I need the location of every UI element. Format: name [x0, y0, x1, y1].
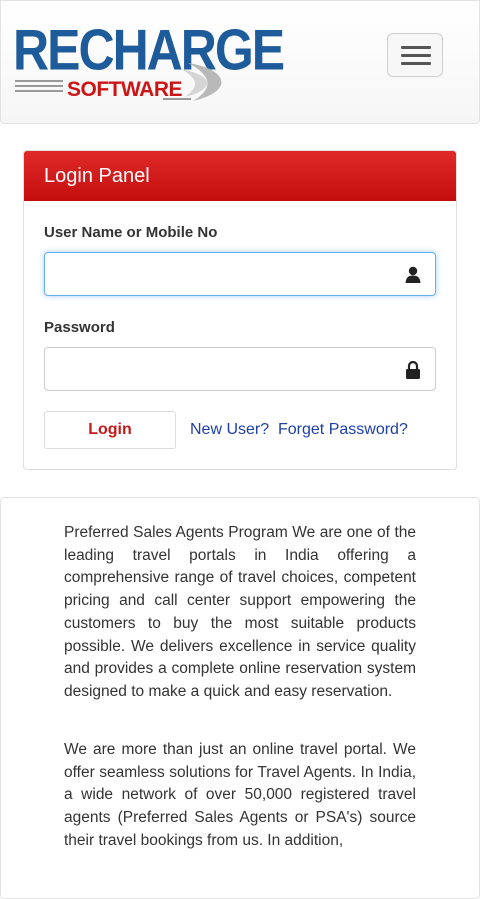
about-paragraph-1: Preferred Sales Agents Program We are on…: [64, 524, 416, 700]
password-input[interactable]: [55, 348, 399, 390]
username-field[interactable]: [44, 252, 436, 296]
login-panel-title: Login Panel: [24, 151, 456, 201]
new-user-link[interactable]: New User?: [190, 421, 269, 439]
login-panel: Login Panel User Name or Mobile No Passw…: [23, 150, 457, 470]
about-paragraph-2: We are more than just an online travel p…: [64, 741, 416, 849]
about-section: Preferred Sales Agents Program We are on…: [0, 497, 480, 899]
lock-icon: [406, 361, 420, 379]
username-label: User Name or Mobile No: [44, 224, 218, 241]
login-button[interactable]: Login: [44, 411, 176, 449]
recharge-software-logo[interactable]: RECHARGE SOFTWARE: [13, 21, 285, 107]
hamburger-menu-button[interactable]: [387, 33, 443, 77]
forget-password-link[interactable]: Forget Password?: [278, 421, 408, 439]
password-field[interactable]: [44, 347, 436, 391]
username-input[interactable]: [55, 253, 399, 295]
app-header: RECHARGE SOFTWARE: [0, 0, 480, 124]
hamburger-menu-icon: [401, 46, 431, 49]
password-label: Password: [44, 319, 115, 336]
user-icon: [405, 266, 421, 283]
logo-text-software: SOFTWARE: [67, 78, 183, 101]
